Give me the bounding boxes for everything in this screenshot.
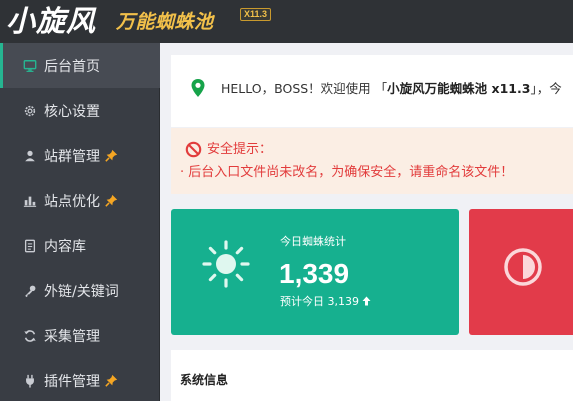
warning-message: · 后台入口文件尚未改名，为确保安全，请重命名该文件！ — [180, 165, 514, 180]
sidebar-item-site-optimize[interactable]: 站点优化 — [0, 178, 160, 223]
pin-icon — [105, 374, 118, 387]
system-info-title: 系统信息 — [180, 373, 229, 387]
sidebar-item-label: 站群管理 — [44, 148, 100, 165]
welcome-suffix: 」，今 — [530, 81, 562, 96]
bar-chart-icon — [22, 193, 38, 209]
sidebar-item-label: 采集管理 — [44, 328, 100, 345]
plug-icon — [22, 373, 38, 389]
spider-stats-value: 1,339 — [279, 258, 350, 289]
spider-stats-forecast-row: 预计今日 3,139 — [280, 295, 371, 309]
spider-stats-forecast: 预计今日 3,139 — [280, 295, 359, 308]
contrast-icon — [502, 246, 544, 288]
location-pin-icon — [190, 78, 206, 98]
logo-subtitle: 万能蜘蛛池 — [116, 11, 214, 33]
version-badge: X11.3 — [240, 8, 272, 21]
welcome-banner: HELLO，BOSS！欢迎使用 「小旋风万能蜘蛛池 x11.3」，今 — [171, 55, 573, 127]
welcome-text: HELLO，BOSS！欢迎使用 「小旋风万能蜘蛛池 x11.3」，今 — [221, 81, 562, 97]
sidebar-item-label: 核心设置 — [44, 103, 100, 120]
sidebar-item-label: 站点优化 — [44, 193, 100, 210]
sidebar: 后台首页 核心设置 站群管理 站点优化 内容库 外链/关键词 采集管理 插件管理 — [0, 43, 160, 401]
system-info-panel: 系统信息 — [171, 350, 573, 401]
monitor-icon — [22, 58, 38, 74]
spider-stats-card[interactable]: 今日蜘蛛统计 1,339 预计今日 3,139 — [171, 209, 459, 335]
gear-icon — [22, 103, 38, 119]
refresh-icon — [22, 328, 38, 344]
top-bar: 小旋风 万能蜘蛛池 X11.3 — [0, 0, 573, 43]
sidebar-item-links-keywords[interactable]: 外链/关键词 — [0, 268, 160, 313]
key-icon — [22, 283, 38, 299]
stats-card-secondary[interactable] — [469, 209, 573, 335]
sidebar-item-label: 后台首页 — [44, 58, 100, 75]
document-icon — [22, 238, 38, 254]
welcome-prefix: HELLO，BOSS！欢迎使用 「 — [221, 81, 388, 96]
logo-title: 小旋风 — [6, 4, 97, 38]
arrow-up-icon — [362, 296, 371, 306]
sun-icon — [201, 239, 251, 289]
user-icon — [22, 148, 38, 164]
sidebar-item-plugins[interactable]: 插件管理 — [0, 358, 160, 401]
spider-stats-label: 今日蜘蛛统计 — [280, 235, 346, 248]
sidebar-item-collect[interactable]: 采集管理 — [0, 313, 160, 358]
sidebar-item-label: 外链/关键词 — [44, 283, 119, 300]
sidebar-item-label: 内容库 — [44, 238, 86, 255]
pin-icon — [105, 149, 118, 162]
sidebar-item-content-library[interactable]: 内容库 — [0, 223, 160, 268]
sidebar-item-site-group[interactable]: 站群管理 — [0, 133, 160, 178]
warning-title: 安全提示： — [207, 142, 273, 157]
sidebar-item-label: 插件管理 — [44, 373, 100, 390]
sidebar-item-home[interactable]: 后台首页 — [0, 43, 160, 88]
ban-icon — [185, 141, 202, 158]
security-warning-panel: 安全提示： · 后台入口文件尚未改名，为确保安全，请重命名该文件！ — [171, 128, 573, 194]
sidebar-item-core-settings[interactable]: 核心设置 — [0, 88, 160, 133]
pin-icon — [105, 194, 118, 207]
welcome-product-name: 小旋风万能蜘蛛池 x11.3 — [387, 81, 531, 96]
